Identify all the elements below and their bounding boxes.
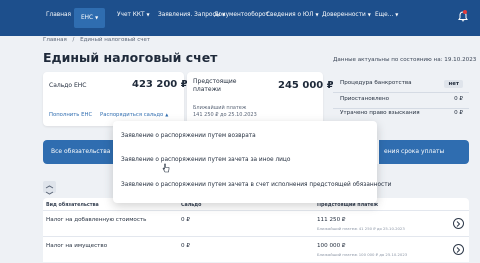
nav-item-label: ЕНС [81, 15, 94, 21]
tab-all-obligations-label: Все обязательства [51, 148, 111, 155]
obligation-saldo: 0 ₽ [181, 243, 190, 249]
upcoming-label-line1: Предстоящие [193, 78, 237, 85]
obligation-payment: 100 000 ₽ [317, 243, 346, 249]
breadcrumb-separator: / [72, 37, 75, 43]
nav-item-kkt[interactable]: Учет ККТ ▼ [117, 12, 150, 18]
table-row[interactable]: Налог на добавленную стоимость 0 ₽ 111 2… [43, 210, 469, 237]
nav-item-home[interactable]: Главная [46, 12, 71, 18]
obligations-table: Вид обязательства Сальдо Предстоящий пла… [43, 198, 469, 262]
hand-cursor-icon [162, 163, 170, 173]
breadcrumb-current: Единый налоговый счет [80, 37, 151, 43]
chevron-down-icon: ▼ [315, 12, 319, 17]
suspended-row: Приостановлено 0 ₽ [333, 96, 469, 109]
suspended-row-label: Приостановлено [340, 96, 390, 102]
chevron-right-circle-icon[interactable] [453, 244, 464, 255]
obligation-payment-note: Ближайший платеж 41 250 ₽ до 25.10.2023 [317, 226, 405, 231]
tab-payment-deadline[interactable]: ения срока уплаты [379, 140, 469, 164]
refill-ens-link[interactable]: Пополнить ЕНС [49, 112, 92, 118]
chevron-down-icon: ▼ [146, 12, 150, 17]
table-row[interactable]: Налог на имущество 0 ₽ 100 000 ₽ Ближайш… [43, 236, 469, 263]
nav-item-powers-of-attorney[interactable]: Доверенности ▼ [322, 12, 371, 18]
nav-item-more[interactable]: Еще... ▼ [375, 12, 398, 18]
upcoming-amount: 245 000 ₽ [278, 80, 334, 91]
nav-item-ens[interactable]: ЕНС ▼ [74, 8, 106, 28]
nav-item-label: Еще... [375, 12, 394, 18]
dispose-balance-label: Распорядиться сальдо [100, 112, 164, 118]
sort-button[interactable] [43, 181, 56, 195]
chevron-down-icon: ▼ [95, 15, 99, 20]
nav-item-company-info[interactable]: Сведения о ЮЛ ▼ [266, 12, 319, 18]
dispose-balance-link[interactable]: Распорядиться сальдо ▲ [100, 112, 168, 118]
nav-item-label: Заявления. Запросы [158, 12, 221, 18]
lost-recovery-row-value: 0 ₽ [454, 110, 463, 116]
suspended-row-value: 0 ₽ [454, 96, 463, 102]
nav-item-label: Сведения о ЮЛ [266, 12, 314, 18]
nav-item-label: Учет ККТ [117, 12, 145, 18]
obligation-name: Налог на добавленную стоимость [46, 217, 147, 223]
nearest-payment-value: 141 250 ₽ до 25.10.2023 [193, 112, 257, 118]
tab-all-obligations[interactable]: Все обязательства [43, 140, 119, 164]
dispose-balance-dropdown: Заявление о распоряжении путем возврата … [113, 121, 391, 203]
upcoming-label-line2: платежи [193, 86, 221, 93]
nav-item-label: Доверенности [322, 12, 366, 18]
bankruptcy-row: Процедура банкротства нет [333, 80, 469, 93]
bankruptcy-panel: Процедура банкротства нет Приостановлено… [333, 72, 469, 126]
obligation-payment-note: Ближайший платеж 100 000 ₽ до 25.10.2023 [317, 252, 408, 257]
column-header-saldo[interactable]: Сальдо [181, 203, 201, 208]
lost-recovery-row-label: Утрачено право взыскания [340, 110, 420, 116]
upcoming-payments-card[interactable]: Предстоящие платежи 245 000 ₽ Ближайший … [187, 72, 334, 126]
chevron-down-icon: ▼ [395, 12, 399, 17]
nav-item-docflow[interactable]: Документооборот [214, 12, 269, 18]
column-header-upcoming[interactable]: Предстоящий платеж [317, 203, 378, 208]
page-title: Единый налоговый счет [43, 50, 218, 65]
top-navigation: Главная ЕНС ▼ Учет ККТ ▼ Заявления. Запрос… [0, 0, 480, 36]
bankruptcy-status-badge: нет [444, 80, 463, 88]
breadcrumb-home[interactable]: Главная [43, 37, 67, 43]
chevron-down-icon: ▼ [367, 12, 371, 17]
sort-icon [45, 185, 54, 195]
column-header-type[interactable]: Вид обязательства [46, 203, 99, 208]
notification-dot [463, 10, 467, 14]
breadcrumb: Главная / Единый налоговый счет [43, 37, 150, 43]
obligation-payment: 111 250 ₽ [317, 217, 346, 223]
bankruptcy-row-label: Процедура банкротства [340, 80, 412, 86]
balance-label: Сальдо ЕНС [49, 82, 87, 89]
obligation-name: Налог на имущество [46, 243, 108, 249]
balance-card: Сальдо ЕНС 423 200 ₽ Пополнить ЕНС Распо… [43, 72, 188, 126]
dropdown-item-refund[interactable]: Заявление о распоряжении путем возврата [121, 133, 256, 139]
dropdown-item-offset-future-obligation[interactable]: Заявление о распоряжении путем зачета в … [121, 182, 391, 188]
data-actual-note: Данные актуальны по состоянию на: 19.10.… [333, 57, 477, 63]
chevron-up-icon: ▲ [165, 112, 169, 117]
tab-payment-deadline-label: ения срока уплаты [384, 148, 445, 155]
nearest-payment-label: Ближайший платеж [193, 105, 247, 111]
balance-amount: 423 200 ₽ [132, 79, 188, 90]
obligation-saldo: 0 ₽ [181, 217, 190, 223]
dropdown-item-offset-other-person[interactable]: Заявление о распоряжении путем зачета за… [121, 157, 290, 163]
chevron-right-circle-icon[interactable] [453, 218, 464, 229]
